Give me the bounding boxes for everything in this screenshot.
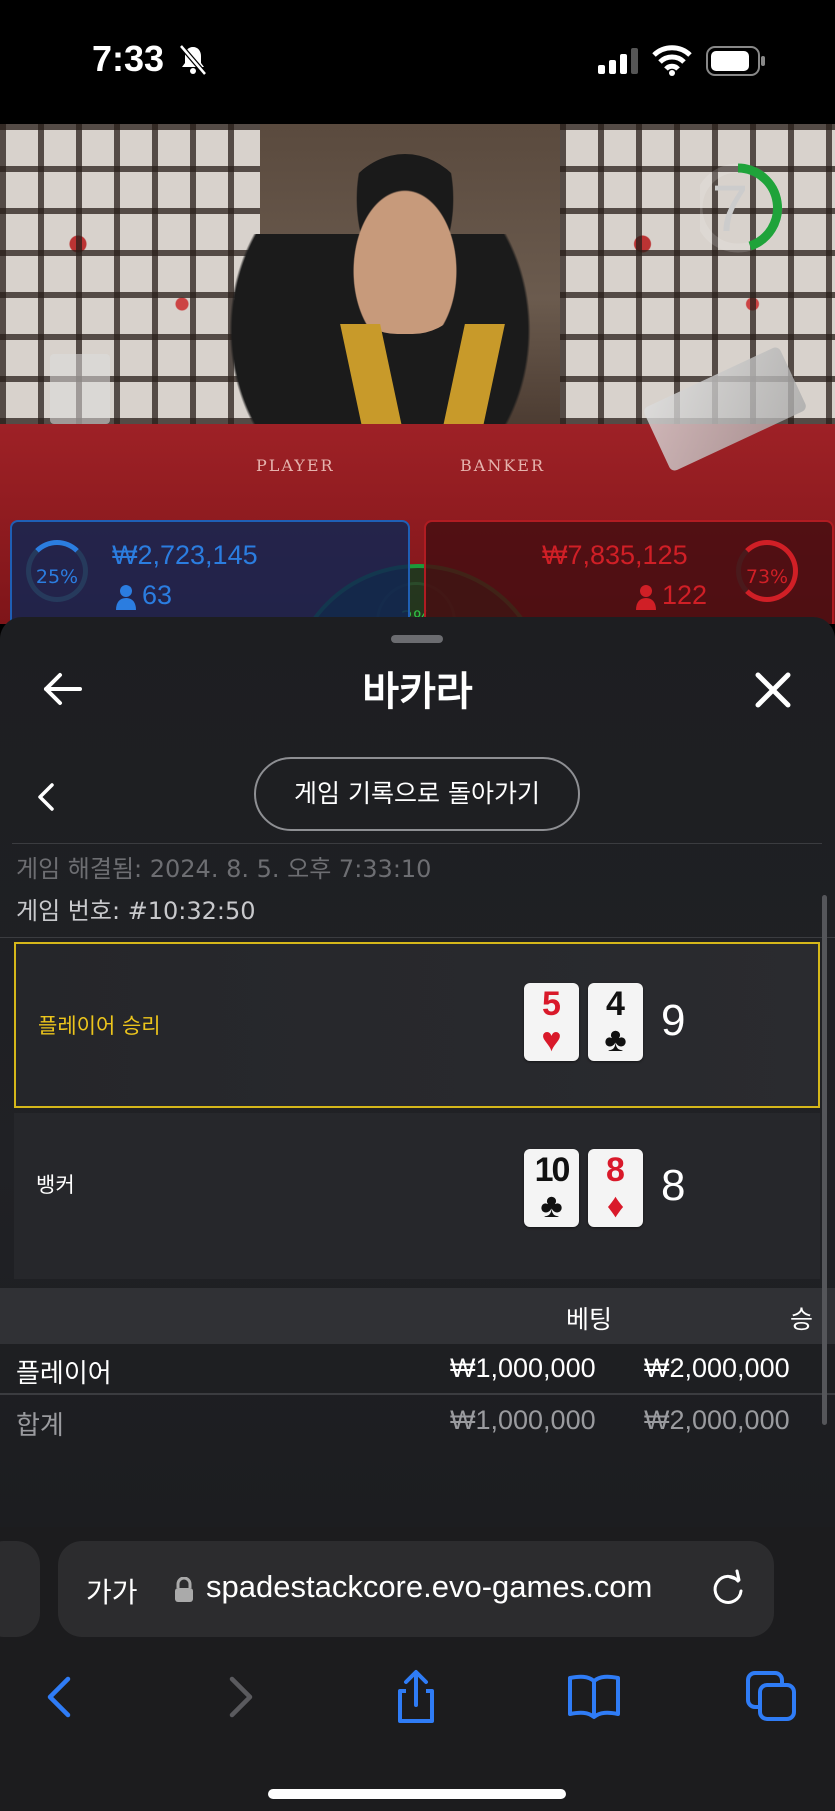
player-count: 63 bbox=[142, 580, 173, 610]
resolved-time: 게임 해결됨: 2024. 8. 5. 오후 7:33:10 bbox=[16, 855, 432, 883]
sheet-drag-handle[interactable] bbox=[391, 635, 443, 643]
banker-amount: ₩7,835,125 bbox=[542, 540, 688, 570]
countdown-timer-value: 7 bbox=[711, 171, 749, 245]
player-bet-panel[interactable]: 25% ₩2,723,145 63 bbox=[10, 520, 410, 624]
close-icon[interactable] bbox=[748, 665, 798, 715]
back-icon[interactable] bbox=[32, 1667, 92, 1727]
bet-column-header: 베팅 bbox=[566, 1305, 613, 1334]
banker-percent: 73% bbox=[745, 566, 789, 588]
table-label-banker: BANKER bbox=[460, 456, 545, 475]
total-win: ₩2,000,000 bbox=[644, 1405, 790, 1435]
previous-tab-stub[interactable] bbox=[0, 1541, 40, 1637]
text-size-button[interactable]: 가가 bbox=[86, 1571, 138, 1611]
header-divider bbox=[12, 843, 822, 844]
row-win: ₩2,000,000 bbox=[644, 1353, 790, 1383]
discard-tray bbox=[50, 354, 110, 424]
share-icon[interactable] bbox=[386, 1667, 446, 1727]
row-label: 플레이어 bbox=[16, 1359, 112, 1389]
bell-muted-icon bbox=[179, 44, 207, 76]
battery-icon bbox=[706, 46, 765, 76]
dealer-head bbox=[330, 154, 480, 334]
banker-label: 뱅커 bbox=[36, 1173, 75, 1197]
game-number: 게임 번호: #10:32:50 bbox=[16, 897, 256, 925]
win-column-header: 승 bbox=[790, 1305, 814, 1334]
playing-card: 10 ♣ bbox=[524, 1149, 579, 1227]
banker-count: 122 bbox=[662, 580, 708, 610]
banker-score: 8 bbox=[661, 1161, 686, 1210]
forward-icon[interactable] bbox=[210, 1667, 270, 1727]
tabs-icon[interactable] bbox=[742, 1667, 802, 1727]
browser-toolbar: 가가 spadestackcore.evo-games.com bbox=[0, 1527, 835, 1811]
row-bet: ₩1,000,000 bbox=[450, 1353, 596, 1383]
total-label: 합계 bbox=[16, 1411, 64, 1441]
player-amount: ₩2,723,145 bbox=[112, 540, 258, 570]
address-bar[interactable]: 가가 spadestackcore.evo-games.com bbox=[58, 1541, 774, 1637]
bet-table-header: 베팅 승 bbox=[0, 1288, 835, 1344]
player-score: 9 bbox=[661, 996, 686, 1045]
chevron-left-icon[interactable] bbox=[32, 779, 62, 815]
player-percent: 25% bbox=[35, 566, 79, 588]
bookmarks-icon[interactable] bbox=[564, 1667, 624, 1727]
cellular-signal-icon bbox=[598, 48, 638, 74]
banker-result-row: 뱅커 10 ♣ 8 ♦ 8 bbox=[14, 1113, 820, 1279]
player-result-row: 플레이어 승리 5 ♥ 4 ♣ 9 bbox=[14, 942, 820, 1108]
table-row-total: 합계 ₩1,000,000 ₩2,000,000 bbox=[0, 1397, 835, 1447]
reload-icon[interactable] bbox=[708, 1569, 748, 1609]
banker-bet-panel[interactable]: ₩7,835,125 122 73% bbox=[424, 520, 834, 624]
table-row: 플레이어 ₩1,000,000 ₩2,000,000 bbox=[0, 1345, 835, 1395]
player-win-label: 플레이어 승리 bbox=[38, 1014, 161, 1038]
sheet-title: 바카라 bbox=[362, 669, 473, 715]
person-icon bbox=[116, 585, 136, 610]
lock-icon bbox=[175, 1577, 193, 1602]
home-indicator[interactable] bbox=[268, 1789, 566, 1799]
playing-card: 8 ♦ bbox=[588, 1149, 643, 1227]
back-to-history-button[interactable]: 게임 기록으로 돌아가기 bbox=[254, 757, 580, 831]
live-video: PLAYER BANKER 7 2% 25% ₩2,723,145 63 ₩7,… bbox=[0, 124, 835, 624]
person-icon bbox=[636, 585, 656, 610]
status-time: 7:33 bbox=[92, 38, 165, 79]
table-label-player: PLAYER bbox=[256, 456, 335, 475]
game-history-sheet: 바카라 게임 기록으로 돌아가기 게임 해결됨: 2024. 8. 5. 오후 … bbox=[0, 617, 835, 1527]
banker-percent-ring: 73% bbox=[736, 540, 798, 602]
info-divider bbox=[0, 937, 835, 938]
round-details-scroll[interactable]: 게임 해결됨: 2024. 8. 5. 오후 7:33:10 게임 번호: #1… bbox=[0, 845, 835, 1527]
total-bet: ₩1,000,000 bbox=[450, 1405, 596, 1435]
playing-card: 4 ♣ bbox=[588, 983, 643, 1061]
playing-card: 5 ♥ bbox=[524, 983, 579, 1061]
wifi-icon bbox=[652, 45, 692, 76]
url-text[interactable]: spadestackcore.evo-games.com bbox=[206, 1569, 652, 1605]
status-bar: 7:33 bbox=[0, 0, 835, 124]
scrollbar[interactable] bbox=[822, 895, 827, 1425]
player-percent-ring: 25% bbox=[26, 540, 88, 602]
